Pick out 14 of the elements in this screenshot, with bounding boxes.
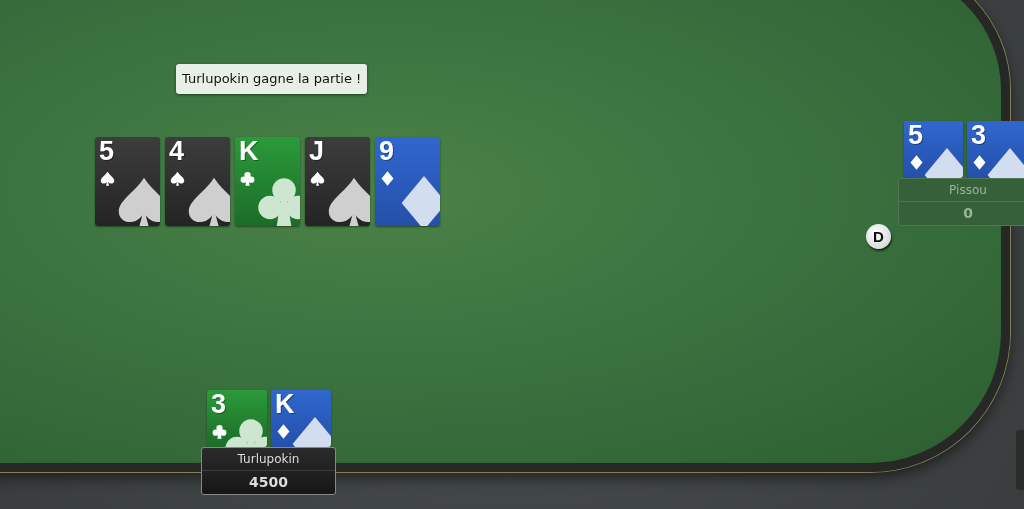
card-rank: 9 [379,137,395,167]
chip-count: 0 [962,204,974,223]
card-rank: 5 [99,137,115,167]
chip-count: 4500 [248,473,289,492]
card-rank: K [239,137,259,167]
message-tooltip: Turlupokin gagne la partie ! [176,64,368,94]
player-name: Turlupokin [202,448,335,471]
card-rank: J [309,137,325,167]
card-rank: K [275,390,295,420]
card-rank: 3 [971,121,987,151]
card-rank: 4 [169,137,185,167]
card-rank: 5 [908,121,924,151]
player-name: Pissou [899,179,1024,202]
card-rank: 3 [211,390,227,420]
